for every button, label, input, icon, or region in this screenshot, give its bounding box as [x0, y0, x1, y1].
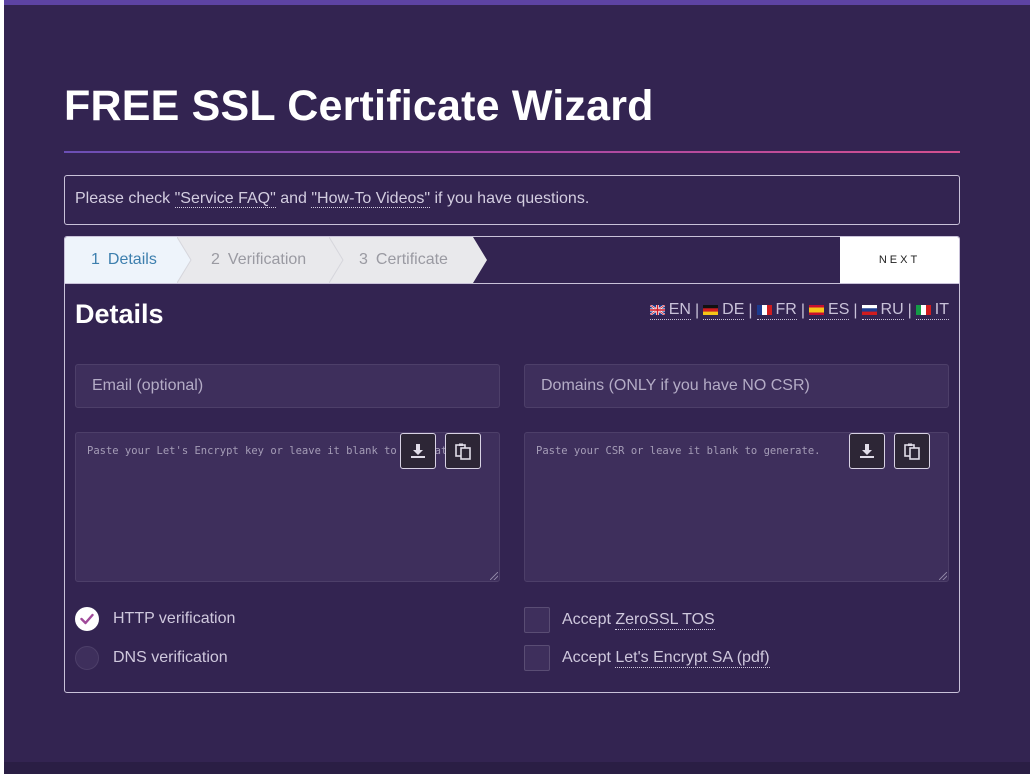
russian-flag-icon: [861, 305, 877, 315]
service-faq-link[interactable]: "Service FAQ": [174, 190, 276, 208]
step-certificate[interactable]: 3 Certificate: [329, 237, 487, 283]
german-flag-icon: [703, 305, 719, 315]
download-key-button[interactable]: [400, 433, 436, 469]
download-icon: [860, 444, 874, 458]
step-separator: [177, 237, 192, 283]
language-selector: EN | DE | FR | ES | RU | IT: [649, 301, 949, 320]
lang-es[interactable]: ES: [809, 301, 850, 320]
lang-divider: |: [800, 301, 806, 319]
http-verification-option[interactable]: HTTP verification: [75, 607, 235, 631]
lang-divider: |: [853, 301, 858, 319]
details-heading: Details: [75, 299, 164, 329]
http-verification-label: HTTP verification: [113, 610, 236, 627]
lang-en[interactable]: EN: [649, 301, 691, 320]
copy-icon: [455, 443, 471, 460]
notice-text-suffix: if you have questions.: [430, 190, 590, 207]
accept-zerossl-tos-option[interactable]: Accept ZeroSSL TOS: [524, 607, 715, 633]
key-field-container: [75, 432, 500, 582]
dns-verification-radio[interactable]: [75, 646, 99, 670]
lang-it[interactable]: IT: [915, 301, 949, 320]
italian-flag-icon: [915, 305, 931, 315]
title-divider: [64, 151, 960, 153]
footer-strip: [4, 762, 1030, 774]
step-label: Certificate: [375, 251, 448, 268]
copy-csr-button[interactable]: [894, 433, 930, 469]
wizard-steps: 1 Details 2 Verification 3 Certificate NEXT: [65, 237, 959, 284]
step-separator: [329, 237, 344, 283]
wizard-panel: 1 Details 2 Verification 3 Certificate NEXT…: [64, 236, 960, 693]
accept-lets-encrypt-sa-option[interactable]: Accept Let's Encrypt SA (pdf): [524, 645, 770, 671]
lang-divider: |: [694, 301, 700, 319]
notice-text-prefix: Please check: [75, 190, 175, 207]
copy-icon: [904, 443, 920, 460]
lang-en-label: EN: [668, 301, 691, 318]
email-input[interactable]: [75, 364, 500, 408]
lang-divider: |: [748, 301, 753, 319]
lets-encrypt-key-textarea[interactable]: [75, 432, 500, 582]
zerossl-tos-link[interactable]: ZeroSSL TOS: [615, 611, 715, 630]
lang-de[interactable]: DE: [703, 301, 745, 320]
lang-it-label: IT: [934, 301, 949, 318]
how-to-videos-link[interactable]: "How-To Videos": [311, 190, 431, 208]
uk-flag-icon: [649, 305, 665, 315]
lang-ru[interactable]: RU: [861, 301, 904, 320]
lang-ru-label: RU: [880, 301, 904, 318]
lang-es-label: ES: [828, 301, 850, 318]
checkmark-icon: [80, 613, 94, 625]
le-prefix: Accept: [562, 649, 611, 666]
spanish-flag-icon: [809, 305, 825, 315]
resize-handle[interactable]: [490, 572, 498, 580]
http-verification-radio[interactable]: [75, 607, 99, 631]
lang-fr-label: FR: [775, 301, 797, 318]
tos-prefix: Accept: [562, 611, 611, 628]
download-csr-button[interactable]: [849, 433, 885, 469]
accept-zerossl-tos-checkbox[interactable]: [524, 607, 550, 633]
download-icon: [411, 444, 425, 458]
resize-handle[interactable]: [939, 572, 947, 580]
lang-de-label: DE: [722, 301, 745, 318]
dns-verification-option[interactable]: DNS verification: [75, 646, 228, 670]
step-number: 1: [91, 251, 100, 268]
copy-key-button[interactable]: [445, 433, 481, 469]
step-verification[interactable]: 2 Verification: [177, 237, 343, 283]
lang-divider: |: [907, 301, 912, 319]
dns-verification-label: DNS verification: [113, 649, 228, 666]
lets-encrypt-sa-link[interactable]: Let's Encrypt SA (pdf): [615, 649, 770, 668]
step-label: Details: [107, 251, 157, 268]
domains-input[interactable]: [524, 364, 949, 408]
help-notice: Please check "Service FAQ" and "How-To V…: [64, 175, 960, 225]
page-title: FREE SSL Certificate Wizard: [64, 82, 654, 130]
step-number: 2: [211, 251, 220, 268]
step-label: Verification: [227, 251, 307, 268]
notice-text-and: and: [275, 190, 312, 207]
lang-fr[interactable]: FR: [756, 301, 797, 320]
french-flag-icon: [756, 305, 772, 315]
csr-field-container: [524, 432, 949, 582]
accept-lets-encrypt-sa-checkbox[interactable]: [524, 645, 550, 671]
step-number: 3: [359, 251, 368, 268]
step-details[interactable]: 1 Details: [65, 237, 191, 283]
csr-textarea[interactable]: [524, 432, 949, 582]
next-button[interactable]: NEXT: [840, 237, 959, 283]
